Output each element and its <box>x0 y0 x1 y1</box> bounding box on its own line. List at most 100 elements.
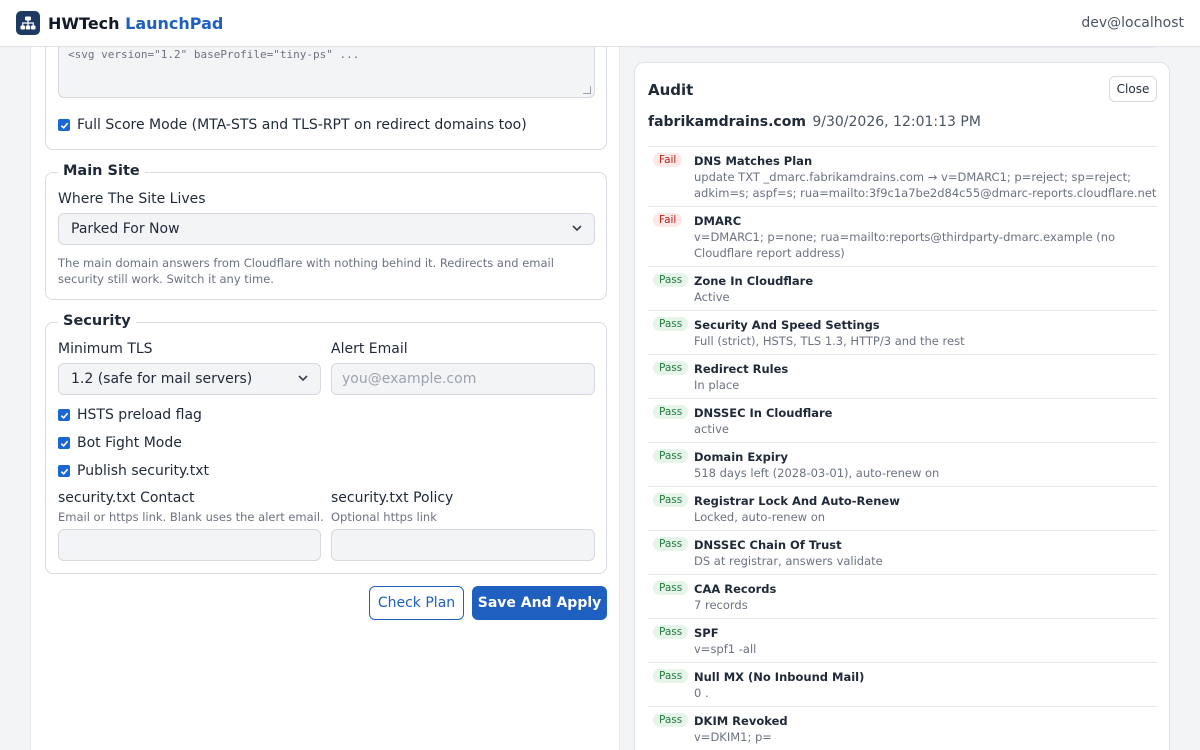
publish-securitytxt-checkbox-row[interactable]: Publish security.txt <box>58 463 209 479</box>
audit-item: Pass DNSSEC In Cloudflare active <box>648 399 1157 443</box>
status-badge: Pass <box>653 537 689 551</box>
status-badge: Pass <box>653 493 689 507</box>
audit-item-title: Security And Speed Settings <box>694 318 880 332</box>
audit-timestamp: 9/30/2026, 12:01:13 PM <box>812 114 981 130</box>
securitytxt-contact-label: security.txt Contact <box>58 490 195 506</box>
alert-email-label: Alert Email <box>331 341 408 357</box>
top-bar: HWTech LaunchPad dev@localhost <box>0 0 1200 47</box>
svg-logo-textarea[interactable]: <svg version="1.2" baseProfile="tiny-ps"… <box>58 43 595 98</box>
svg-logo-textarea-value: <svg version="1.2" baseProfile="tiny-ps"… <box>68 48 360 61</box>
audit-item: Pass SPF v=spf1 -all <box>648 619 1157 663</box>
audit-item: Pass Security And Speed Settings Full (str… <box>648 311 1157 355</box>
bot-fight-label: Bot Fight Mode <box>77 435 182 451</box>
audit-item: Pass CAA Records 7 records <box>648 575 1157 619</box>
publish-securitytxt-label: Publish security.txt <box>77 463 209 479</box>
status-badge: Pass <box>653 361 689 375</box>
audit-item-title: DKIM Revoked <box>694 714 788 728</box>
audit-item-title: Domain Expiry <box>694 450 788 464</box>
hsts-checkbox[interactable] <box>58 409 70 421</box>
brand-accent: LaunchPad <box>125 13 224 33</box>
status-badge: Pass <box>653 625 689 639</box>
mail-fieldset: <svg version="1.2" baseProfile="tiny-ps"… <box>45 35 607 150</box>
audit-domain: fabrikamdrains.com <box>648 114 806 130</box>
status-badge: Pass <box>653 405 689 419</box>
audit-item-title: Registrar Lock And Auto-Renew <box>694 494 900 508</box>
audit-item-detail: DS at registrar, answers validate <box>694 554 883 568</box>
main-site-hint: The main domain answers from Cloudflare … <box>58 256 554 286</box>
hsts-label: HSTS preload flag <box>77 407 202 423</box>
user-label[interactable]: dev@localhost <box>1081 15 1184 31</box>
close-button[interactable]: Close <box>1109 76 1157 102</box>
where-site-lives-value: Parked For Now <box>71 221 180 237</box>
audit-item-title: SPF <box>694 626 719 640</box>
audit-title: Audit <box>648 81 694 99</box>
audit-item-detail: 7 records <box>694 598 748 612</box>
securitytxt-contact-hint: Email or https link. Blank uses the aler… <box>58 510 324 524</box>
full-score-checkbox[interactable] <box>58 119 70 131</box>
audit-item-detail: Locked, auto-renew on <box>694 510 826 524</box>
bot-fight-checkbox-row[interactable]: Bot Fight Mode <box>58 435 182 451</box>
min-tls-select[interactable]: 1.2 (safe for mail servers) <box>58 363 321 395</box>
audit-item-detail: 0 . <box>694 686 709 700</box>
min-tls-label: Minimum TLS <box>58 341 153 357</box>
status-badge: Pass <box>653 317 689 331</box>
status-badge: Fail <box>653 213 683 227</box>
audit-item-title: Zone In Cloudflare <box>694 274 814 288</box>
chevron-down-icon <box>572 224 582 235</box>
audit-item: Pass Redirect Rules In place <box>648 355 1157 399</box>
audit-item-title: DNSSEC Chain Of Trust <box>694 538 842 552</box>
audit-item: Pass Zone In Cloudflare Active <box>648 267 1157 311</box>
where-site-lives-label: Where The Site Lives <box>58 191 206 207</box>
main-site-fieldset: Main Site Where The Site Lives Parked Fo… <box>45 163 607 300</box>
security-fieldset: Security Minimum TLS 1.2 (safe for mail … <box>45 313 607 574</box>
security-legend: Security <box>58 313 136 329</box>
check-plan-button[interactable]: Check Plan <box>369 586 464 620</box>
audit-item-title: DNS Matches Plan <box>694 154 813 168</box>
audit-item: Pass DNSSEC Chain Of Trust DS at registrar… <box>648 531 1157 575</box>
securitytxt-contact-input[interactable] <box>58 529 321 561</box>
status-badge: Fail <box>653 153 683 167</box>
alert-email-input[interactable]: you@example.com <box>331 363 595 395</box>
publish-securitytxt-checkbox[interactable] <box>58 465 70 477</box>
audit-item-detail: In place <box>694 378 740 392</box>
audit-item: Pass DKIM Revoked v=DKIM1; p= <box>648 707 1157 750</box>
audit-item: Pass Domain Expiry 518 days left (2028-03-… <box>648 443 1157 487</box>
audit-item-detail: 518 days left (2028-03-01), auto-renew o… <box>694 466 940 480</box>
status-badge: Pass <box>653 449 689 463</box>
sitemap-logo-icon <box>16 11 40 35</box>
status-badge: Pass <box>653 273 689 287</box>
audit-item-detail: v=DMARC1; p=none; rua=mailto:reports@thi… <box>694 230 1116 260</box>
audit-item-detail: v=spf1 -all <box>694 642 757 656</box>
full-score-checkbox-row[interactable]: Full Score Mode (MTA-STS and TLS-RPT on … <box>58 117 527 133</box>
where-site-lives-select[interactable]: Parked For Now <box>58 213 595 245</box>
audit-item-title: Null MX (No Inbound Mail) <box>694 670 865 684</box>
full-score-label: Full Score Mode (MTA-STS and TLS-RPT on … <box>77 117 527 133</box>
min-tls-value: 1.2 (safe for mail servers) <box>71 371 253 387</box>
status-badge: Pass <box>653 669 689 683</box>
audit-domain-line: fabrikamdrains.com 9/30/2026, 12:01:13 P… <box>648 114 981 130</box>
bot-fight-checkbox[interactable] <box>58 437 70 449</box>
audit-item-detail: active <box>694 422 729 436</box>
audit-panel: Audit Close fabrikamdrains.com 9/30/2026… <box>634 62 1170 750</box>
audit-list: Fail DNS Matches Plan update TXT _dmarc.fa… <box>648 146 1157 750</box>
brand-main: HWTech <box>48 13 120 33</box>
audit-item: Pass Registrar Lock And Auto-Renew Locked,… <box>648 487 1157 531</box>
audit-item: Fail DMARC v=DMARC1; p=none; rua=mailto:re… <box>648 207 1157 267</box>
audit-item-detail: v=DKIM1; p= <box>694 730 772 744</box>
status-badge: Pass <box>653 581 689 595</box>
settings-panel: <svg version="1.2" baseProfile="tiny-ps"… <box>30 35 620 750</box>
audit-item-detail: update TXT _dmarc.fabrikamdrains.com → v… <box>694 170 1157 200</box>
app-title: HWTech LaunchPad <box>48 14 223 33</box>
resize-handle-icon[interactable] <box>583 86 591 94</box>
main-site-legend: Main Site <box>58 163 145 179</box>
save-and-apply-button[interactable]: Save And Apply <box>472 586 607 620</box>
status-badge: Pass <box>653 713 689 727</box>
audit-item: Fail DNS Matches Plan update TXT _dmarc.fa… <box>648 147 1157 207</box>
audit-item-title: DNSSEC In Cloudflare <box>694 406 833 420</box>
audit-item-detail: Full (strict), HSTS, TLS 1.3, HTTP/3 and… <box>694 334 965 348</box>
hsts-checkbox-row[interactable]: HSTS preload flag <box>58 407 202 423</box>
securitytxt-policy-hint: Optional https link <box>331 510 437 524</box>
securitytxt-policy-label: security.txt Policy <box>331 490 454 506</box>
securitytxt-policy-input[interactable] <box>331 529 595 561</box>
audit-item-title: CAA Records <box>694 582 777 596</box>
